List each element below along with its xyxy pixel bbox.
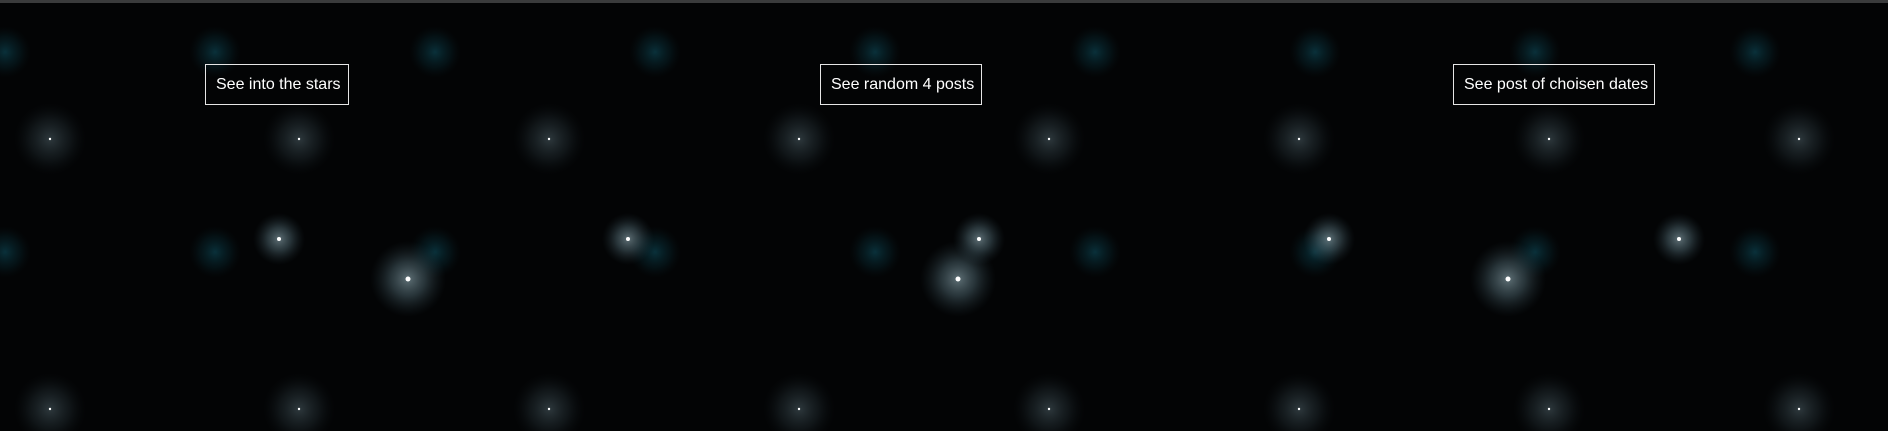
star-glow xyxy=(1263,373,1335,431)
star-glow xyxy=(409,26,461,78)
star-glow xyxy=(920,241,996,317)
see-random-posts-button[interactable]: See random 4 posts xyxy=(820,64,982,105)
star-glow xyxy=(629,26,681,78)
star-glow xyxy=(602,213,654,265)
star-glow xyxy=(14,103,86,175)
star-glow xyxy=(1263,103,1335,175)
star-glow xyxy=(0,226,31,278)
star-glow xyxy=(1763,103,1835,175)
star-glow xyxy=(1729,226,1781,278)
star-glow xyxy=(513,103,585,175)
star-glow xyxy=(513,373,585,431)
star-glow xyxy=(1069,26,1121,78)
page: See into the stars See random 4 posts Se… xyxy=(0,0,1888,431)
star-glow xyxy=(1513,103,1585,175)
star-glow xyxy=(189,226,241,278)
star-glow xyxy=(1513,373,1585,431)
star-glow xyxy=(263,373,335,431)
star-glow xyxy=(1303,213,1355,265)
star-glow xyxy=(849,226,901,278)
star-glow xyxy=(370,241,446,317)
star-glow xyxy=(763,103,835,175)
see-posts-of-chosen-dates-button[interactable]: See post of choisen dates xyxy=(1453,64,1655,105)
star-glow xyxy=(1729,26,1781,78)
star-glow xyxy=(0,26,31,78)
star-glow xyxy=(14,373,86,431)
star-glow xyxy=(1013,373,1085,431)
star-glow xyxy=(263,103,335,175)
star-glow xyxy=(1289,26,1341,78)
star-glow xyxy=(1653,213,1705,265)
star-glow xyxy=(1470,241,1546,317)
star-glow xyxy=(1069,226,1121,278)
star-glow xyxy=(763,373,835,431)
star-glow xyxy=(253,213,305,265)
star-glow xyxy=(1763,373,1835,431)
star-glow xyxy=(1013,103,1085,175)
see-into-the-stars-button[interactable]: See into the stars xyxy=(205,64,349,105)
